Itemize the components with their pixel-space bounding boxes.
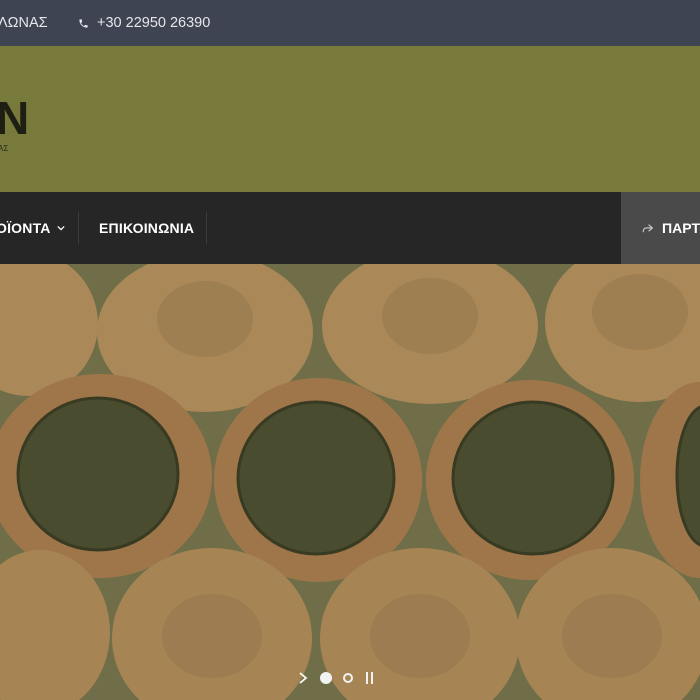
phone-icon bbox=[79, 18, 88, 28]
nav-item-contact[interactable]: ΕΠΙΚΟΙΝΩΝΙΑ bbox=[99, 192, 194, 264]
slider-controls bbox=[296, 669, 373, 687]
slider-dot-2[interactable] bbox=[343, 673, 353, 683]
nav-item-contact-label: ΕΠΙΚΟΙΝΩΝΙΑ bbox=[99, 220, 195, 236]
phone-link[interactable]: +30 22950 26390 bbox=[78, 15, 210, 31]
nav-divider bbox=[206, 212, 207, 244]
nav-item-products[interactable]: ΟΪΟΝΤΑ bbox=[0, 192, 65, 264]
chevron-right-icon bbox=[299, 672, 308, 684]
slider-dot-1[interactable] bbox=[320, 672, 332, 684]
slider-next-button[interactable] bbox=[296, 671, 310, 685]
hero-slider[interactable] bbox=[0, 264, 700, 700]
top-bar: ΛΩΝΑΣ +30 22950 26390 bbox=[0, 0, 700, 46]
address-text: ΛΩΝΑΣ bbox=[0, 15, 48, 31]
site-header bbox=[0, 46, 700, 192]
hero-image bbox=[0, 264, 700, 700]
chevron-down-icon bbox=[56, 225, 65, 231]
share-arrow-icon bbox=[642, 223, 654, 232]
site-logo[interactable]: N bbox=[0, 95, 29, 141]
phone-number: +30 22950 26390 bbox=[97, 15, 211, 31]
share-button-label: ΠΑΡΤ bbox=[662, 220, 700, 236]
main-nav: ΟΪΟΝΤΑ ΕΠΙΚΟΙΝΩΝΙΑ ΠΑΡΤ bbox=[0, 192, 700, 264]
site-tagline: ΑΣ bbox=[0, 144, 9, 153]
pause-icon[interactable] bbox=[366, 672, 373, 684]
nav-item-products-label: ΟΪΟΝΤΑ bbox=[0, 220, 51, 236]
share-button[interactable]: ΠΑΡΤ bbox=[621, 192, 700, 264]
nav-divider bbox=[78, 212, 79, 244]
